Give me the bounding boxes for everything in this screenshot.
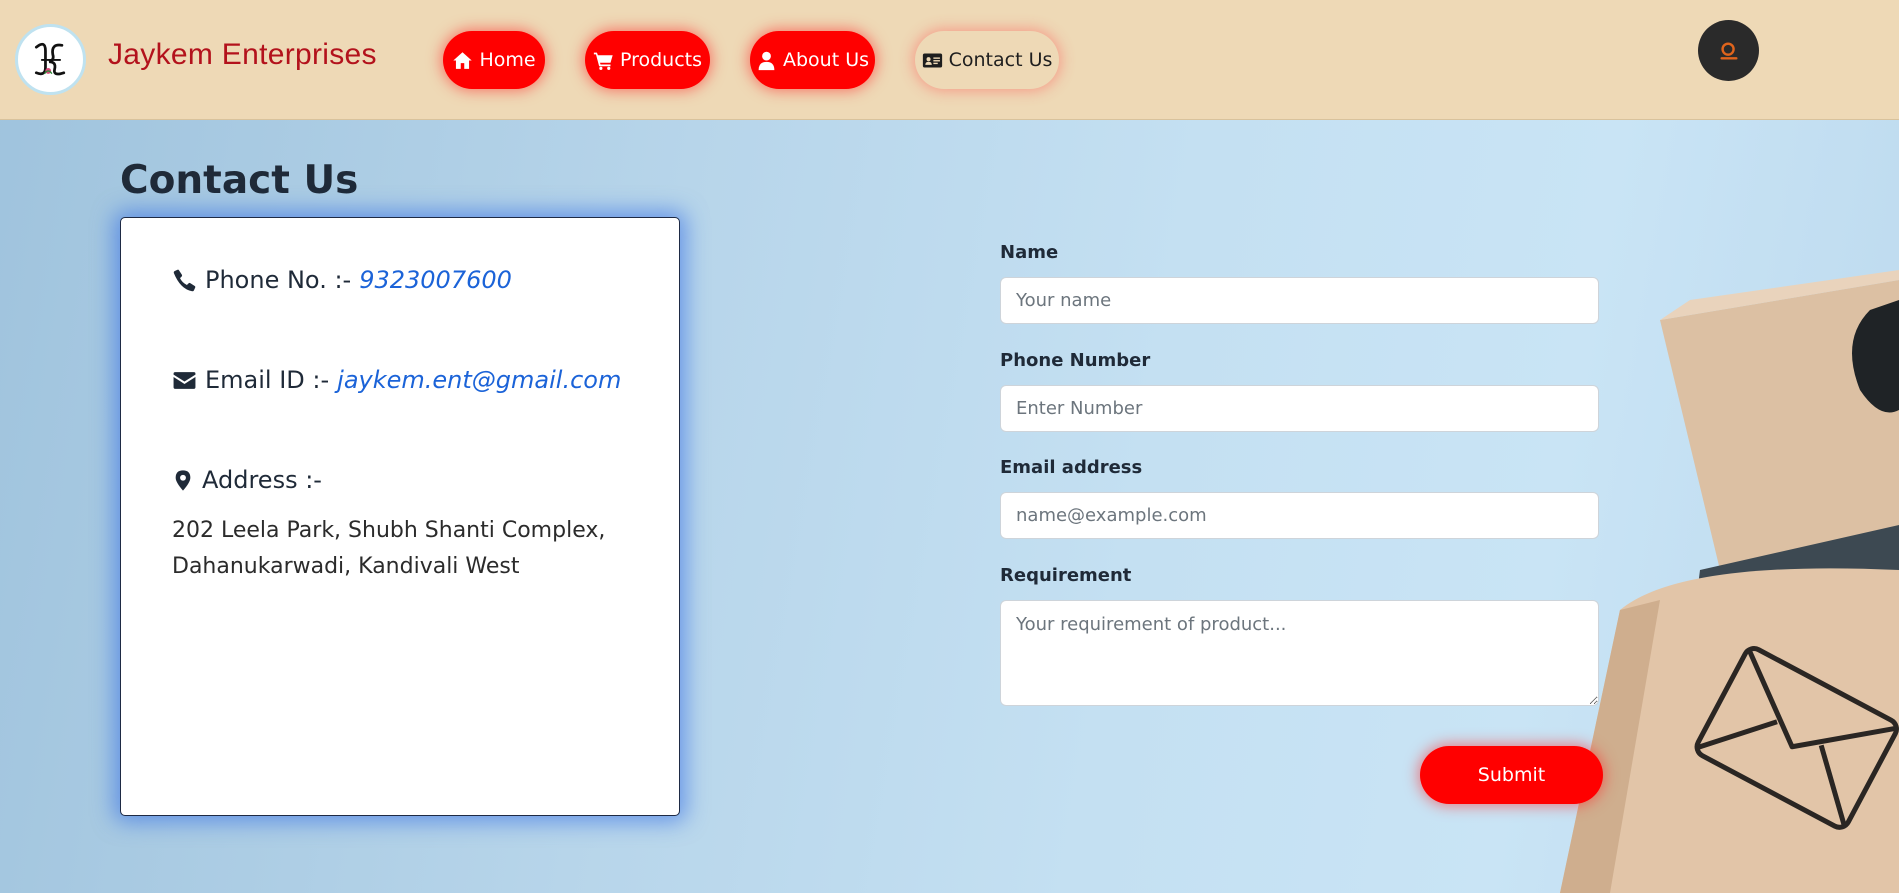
phone-link[interactable]: 9323007600 — [359, 266, 512, 294]
address-text: 202 Leela Park, Shubh Shanti Complex, Da… — [172, 513, 642, 585]
nav-home-label: Home — [479, 49, 536, 71]
nav-home-button[interactable]: Home — [443, 31, 545, 89]
user-icon — [758, 51, 775, 70]
brand-name[interactable]: Jaykem Enterprises — [108, 38, 377, 72]
cart-icon — [593, 52, 613, 70]
nav-about-label: About Us — [782, 49, 870, 71]
contact-info-card: Phone No. :- 9323007600 Email ID :- jayk… — [120, 217, 680, 816]
address-row: Address :- — [172, 466, 322, 494]
phone-icon — [173, 269, 196, 291]
email-row: Email ID :- jaykem.ent@gmail.com — [172, 366, 621, 394]
requirement-textarea[interactable] — [1000, 600, 1599, 706]
je-monogram-icon — [22, 31, 79, 88]
phone-number-label: Phone Number — [1000, 350, 1151, 371]
nav-contact-button[interactable]: Contact Us — [915, 31, 1059, 89]
email-address-label: Email address — [1000, 457, 1143, 478]
search-icon — [1719, 41, 1738, 60]
phone-row: Phone No. :- 9323007600 — [172, 266, 512, 294]
address-line-2: Dahanukarwadi, Kandivali West — [172, 554, 520, 579]
submit-button[interactable]: Submit — [1420, 746, 1603, 804]
nav-products-label: Products — [619, 49, 703, 71]
brand-logo[interactable] — [15, 24, 86, 95]
name-input[interactable] — [1000, 277, 1599, 324]
envelope-icon — [173, 371, 196, 389]
search-button[interactable] — [1698, 20, 1759, 81]
id-card-icon — [922, 53, 942, 67]
envelope-boxes-decor — [1560, 270, 1899, 893]
email-link[interactable]: jaykem.ent@gmail.com — [337, 366, 621, 394]
nav-contact-label: Contact Us — [948, 49, 1053, 71]
nav-products-button[interactable]: Products — [585, 31, 710, 89]
email-label: Email ID :- — [205, 366, 330, 394]
home-icon — [453, 51, 473, 69]
phone-number-input[interactable] — [1000, 385, 1599, 432]
address-label: Address :- — [202, 466, 322, 494]
navbar: Jaykem Enterprises Home Products About U… — [0, 0, 1899, 120]
page-title: Contact Us — [120, 158, 359, 203]
map-pin-icon — [175, 469, 191, 491]
email-address-input[interactable] — [1000, 492, 1599, 539]
name-label: Name — [1000, 242, 1059, 263]
address-line-1: 202 Leela Park, Shubh Shanti Complex, — [172, 518, 606, 543]
phone-label: Phone No. :- — [205, 266, 352, 294]
nav-about-button[interactable]: About Us — [750, 31, 875, 89]
requirement-label: Requirement — [1000, 565, 1132, 586]
